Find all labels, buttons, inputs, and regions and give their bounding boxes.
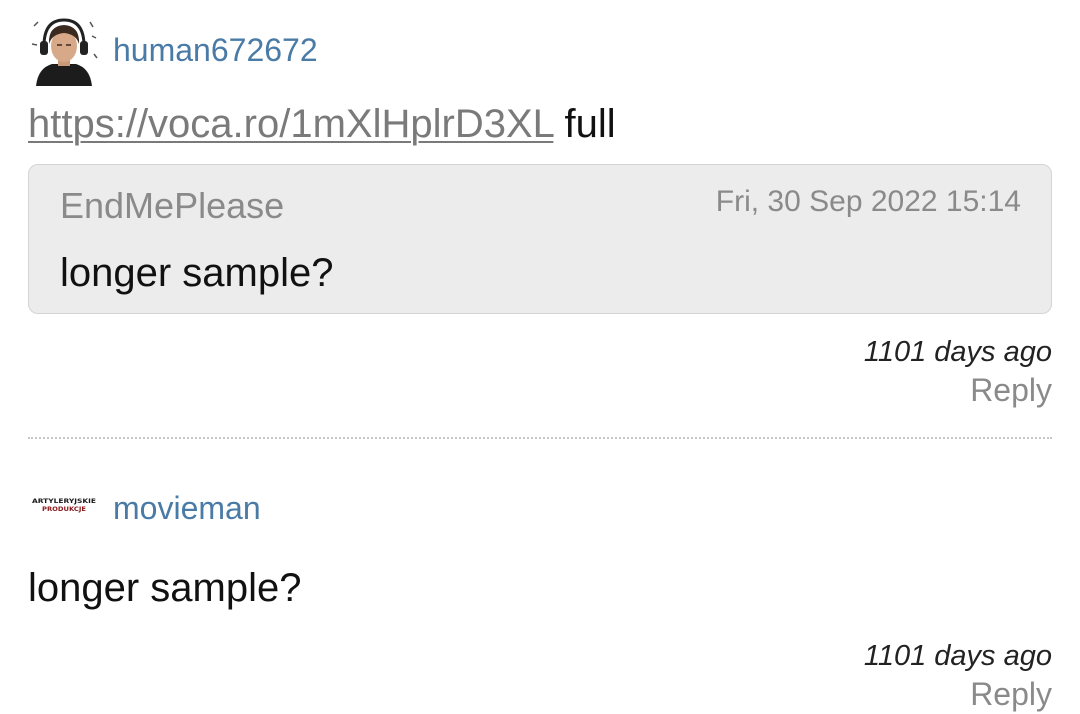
comment-body: longer sample? xyxy=(28,566,302,610)
comment-meta: 1101 days ago Reply xyxy=(28,334,1052,410)
comment-1: human672672 https://voca.ro/1mXlHplrD3XL… xyxy=(28,14,1052,410)
quote-author[interactable]: EndMePlease xyxy=(60,185,284,227)
username[interactable]: human672672 xyxy=(113,34,318,66)
svg-text:PRODUKCJE: PRODUKCJE xyxy=(42,506,86,513)
avatar-image xyxy=(28,14,100,86)
comment-meta: 1101 days ago Reply xyxy=(28,638,1052,714)
comment-thread: human672672 https://voca.ro/1mXlHplrD3XL… xyxy=(0,0,1080,714)
comment-header: human672672 xyxy=(28,14,1052,86)
comment-2: ARTYLERYJSKIE PRODUKCJE movieman longer … xyxy=(28,472,1052,714)
reply-button[interactable]: Reply xyxy=(28,370,1052,410)
comment-body: https://voca.ro/1mXlHplrD3XL full xyxy=(28,100,1052,148)
avatar[interactable] xyxy=(28,14,100,86)
time-ago: 1101 days ago xyxy=(863,640,1052,672)
avatar[interactable]: ARTYLERYJSKIE PRODUKCJE xyxy=(28,472,100,544)
time-ago: 1101 days ago xyxy=(863,336,1052,368)
comment-divider xyxy=(28,437,1052,439)
quoted-comment: EndMePlease Fri, 30 Sep 2022 15:14 longe… xyxy=(28,164,1052,314)
comment-header: ARTYLERYJSKIE PRODUKCJE movieman xyxy=(28,472,1052,544)
avatar-logo: ARTYLERYJSKIE PRODUKCJE xyxy=(28,472,100,544)
username[interactable]: movieman xyxy=(113,492,261,524)
comment-body-suffix: full xyxy=(553,102,616,146)
svg-text:ARTYLERYJSKIE: ARTYLERYJSKIE xyxy=(32,498,96,505)
quote-date: Fri, 30 Sep 2022 15:14 xyxy=(715,185,1021,218)
reply-button[interactable]: Reply xyxy=(28,674,1052,714)
quote-text: longer sample? xyxy=(60,251,334,295)
voice-link[interactable]: https://voca.ro/1mXlHplrD3XL xyxy=(28,102,553,146)
